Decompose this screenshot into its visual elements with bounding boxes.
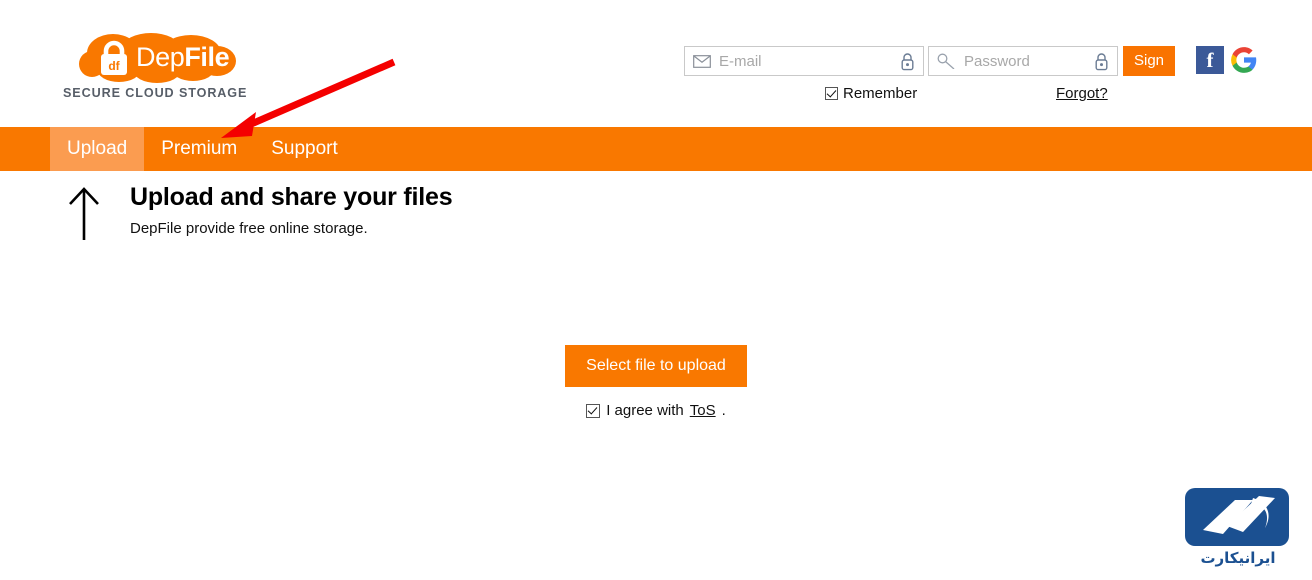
iranicart-mark-icon	[1185, 488, 1289, 546]
logo-text-dep: Dep	[136, 42, 185, 72]
password-field-wrapper[interactable]	[928, 46, 1118, 76]
remember-checkbox-box[interactable]	[825, 87, 838, 100]
forgot-password-link[interactable]: Forgot?	[1056, 85, 1108, 102]
brand-tagline: SECURE CLOUD STORAGE	[63, 86, 248, 100]
logo-text-file: File	[184, 42, 230, 72]
email-input[interactable]	[711, 52, 900, 70]
page-title: Upload and share your files	[130, 183, 453, 211]
envelope-icon	[693, 54, 711, 68]
remember-checkbox[interactable]: Remember	[825, 85, 917, 102]
login-form: Sign in f Remember Forgot?	[684, 46, 1257, 116]
email-field-wrapper[interactable]	[684, 46, 924, 76]
nav-item-support[interactable]: Support	[254, 127, 355, 171]
facebook-login-icon[interactable]: f	[1196, 46, 1225, 74]
watermark-logo: ایرانیکارت	[1178, 486, 1298, 572]
nav-item-premium[interactable]: Premium	[144, 127, 254, 171]
main-content: Upload and share your files DepFile prov…	[0, 171, 1312, 419]
page-header: df DepFile SECURE CLOUD STORAGE E-mail P…	[0, 0, 1312, 127]
tos-prefix-label: I agree with	[606, 402, 684, 419]
lock-icon	[900, 52, 915, 71]
intro-block: Upload and share your files DepFile prov…	[0, 171, 1312, 240]
tos-suffix-label: .	[721, 402, 726, 419]
select-file-button[interactable]: Select file to upload	[565, 345, 747, 387]
upload-block: Select file to upload I agree with ToS.	[0, 345, 1312, 419]
tos-checkbox[interactable]	[586, 403, 601, 418]
brand-logo[interactable]: df DepFile SECURE CLOUD STORAGE	[63, 33, 253, 100]
nav-item-upload[interactable]: Upload	[50, 127, 145, 171]
logo-wordmark: DepFile	[136, 42, 230, 72]
lock-icon	[1094, 52, 1109, 71]
password-input[interactable]	[956, 52, 1094, 70]
watermark-text: ایرانیکارت	[1200, 549, 1276, 567]
up-arrow-icon	[69, 187, 99, 240]
remember-label: Remember	[843, 85, 918, 102]
depfile-cloud-logo: df DepFile	[79, 33, 236, 83]
tos-agreement-row: I agree with ToS.	[0, 402, 1312, 419]
lock-letters: df	[108, 59, 120, 73]
intro-text-block: Upload and share your files DepFile prov…	[130, 182, 1312, 239]
sign-in-button[interactable]: Sign in	[1123, 46, 1176, 99]
main-navigation: Upload Premium Support	[0, 127, 1312, 171]
google-login-icon[interactable]	[1230, 46, 1258, 74]
tos-link[interactable]: ToS	[690, 402, 716, 419]
social-login-group: f	[1196, 46, 1258, 74]
key-icon	[937, 53, 956, 69]
page-subtitle: DepFile provide free online storage.	[130, 220, 368, 237]
login-secondary-row: Remember Forgot?	[684, 85, 1244, 105]
padlock-icon: df	[101, 40, 127, 75]
